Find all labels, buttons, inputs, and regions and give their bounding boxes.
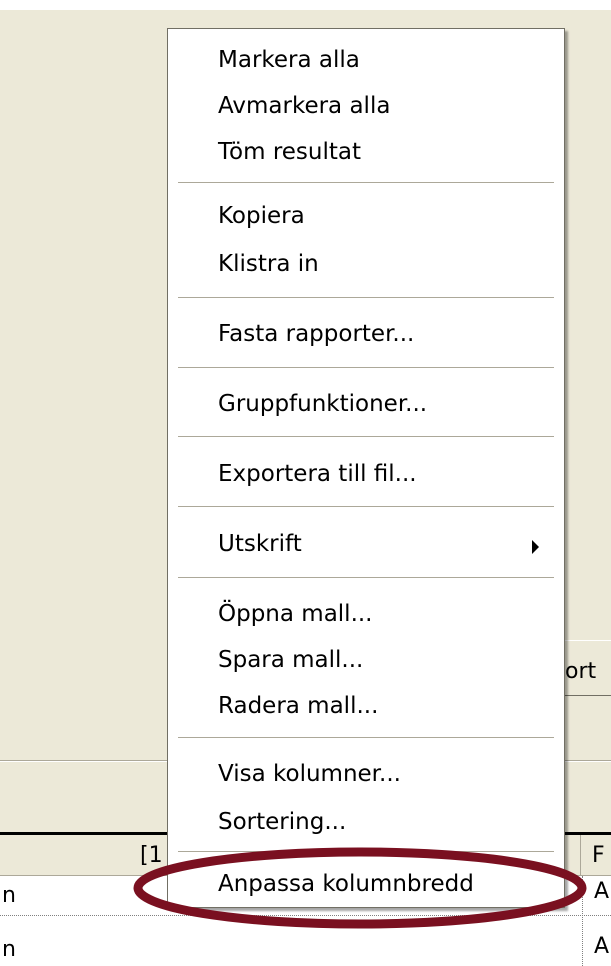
menu-item-select-all[interactable]: Markera alla (168, 39, 564, 85)
menu-item-label: Kopiera (218, 203, 305, 229)
menu-separator (178, 182, 554, 184)
menu-item-export-to-file[interactable]: Exportera till fil... (168, 453, 564, 499)
menu-item-fit-column-width[interactable]: Anpassa kolumnbredd (168, 863, 564, 909)
menu-item-delete-template[interactable]: Radera mall... (168, 685, 564, 731)
menu-item-clear-results[interactable]: Töm resultat (168, 131, 564, 177)
menu-item-paste[interactable]: Klistra in (168, 243, 564, 289)
menu-item-print[interactable]: Utskrift (168, 523, 564, 569)
menu-item-open-template[interactable]: Öppna mall... (168, 593, 564, 639)
background-button-label: ort (565, 659, 597, 684)
menu-item-label: Visa kolumner... (218, 761, 401, 787)
menu-item-label: Fasta rapporter... (218, 321, 415, 347)
menu-item-label: Öppna mall... (218, 601, 373, 627)
menu-item-label: Klistra in (218, 251, 319, 277)
menu-separator (178, 297, 554, 299)
context-menu: Markera alla Avmarkera alla Töm resultat… (167, 28, 565, 908)
window-top-band (0, 0, 611, 10)
grid-column-line (582, 876, 583, 966)
menu-item-label: Avmarkera alla (218, 93, 391, 119)
grid-cell[interactable]: A (594, 934, 609, 959)
menu-item-copy[interactable]: Kopiera (168, 195, 564, 241)
menu-item-label: Exportera till fil... (218, 461, 417, 487)
column-header-2[interactable]: F (592, 843, 605, 868)
menu-separator (178, 506, 554, 508)
menu-separator (178, 436, 554, 438)
menu-item-fixed-reports[interactable]: Fasta rapporter... (168, 313, 564, 359)
background-button[interactable]: ort (564, 640, 611, 696)
menu-separator (178, 851, 554, 853)
menu-item-label: Utskrift (218, 531, 302, 557)
menu-item-sorting[interactable]: Sortering... (168, 801, 564, 847)
menu-item-label: Markera alla (218, 47, 360, 73)
menu-item-label: Gruppfunktioner... (218, 391, 428, 417)
column-header-1[interactable]: [1 (140, 843, 163, 868)
menu-item-deselect-all[interactable]: Avmarkera alla (168, 85, 564, 131)
menu-item-group-functions[interactable]: Gruppfunktioner... (168, 383, 564, 429)
menu-item-label: Anpassa kolumnbredd (218, 871, 474, 897)
grid-row-line (0, 915, 611, 916)
menu-separator (178, 367, 554, 369)
grid-cell[interactable]: n (2, 937, 16, 962)
menu-separator (178, 577, 554, 579)
menu-item-show-columns[interactable]: Visa kolumner... (168, 753, 564, 799)
menu-item-label: Radera mall... (218, 693, 379, 719)
menu-separator (178, 737, 554, 739)
menu-item-label: Töm resultat (218, 139, 362, 165)
menu-item-save-template[interactable]: Spara mall... (168, 639, 564, 685)
grid-cell[interactable]: A (594, 879, 609, 904)
menu-item-label: Sortering... (218, 809, 347, 835)
column-header-separator[interactable] (580, 835, 581, 875)
submenu-arrow-icon (532, 540, 539, 554)
grid-cell[interactable]: n (2, 883, 16, 908)
menu-item-label: Spara mall... (218, 647, 364, 673)
